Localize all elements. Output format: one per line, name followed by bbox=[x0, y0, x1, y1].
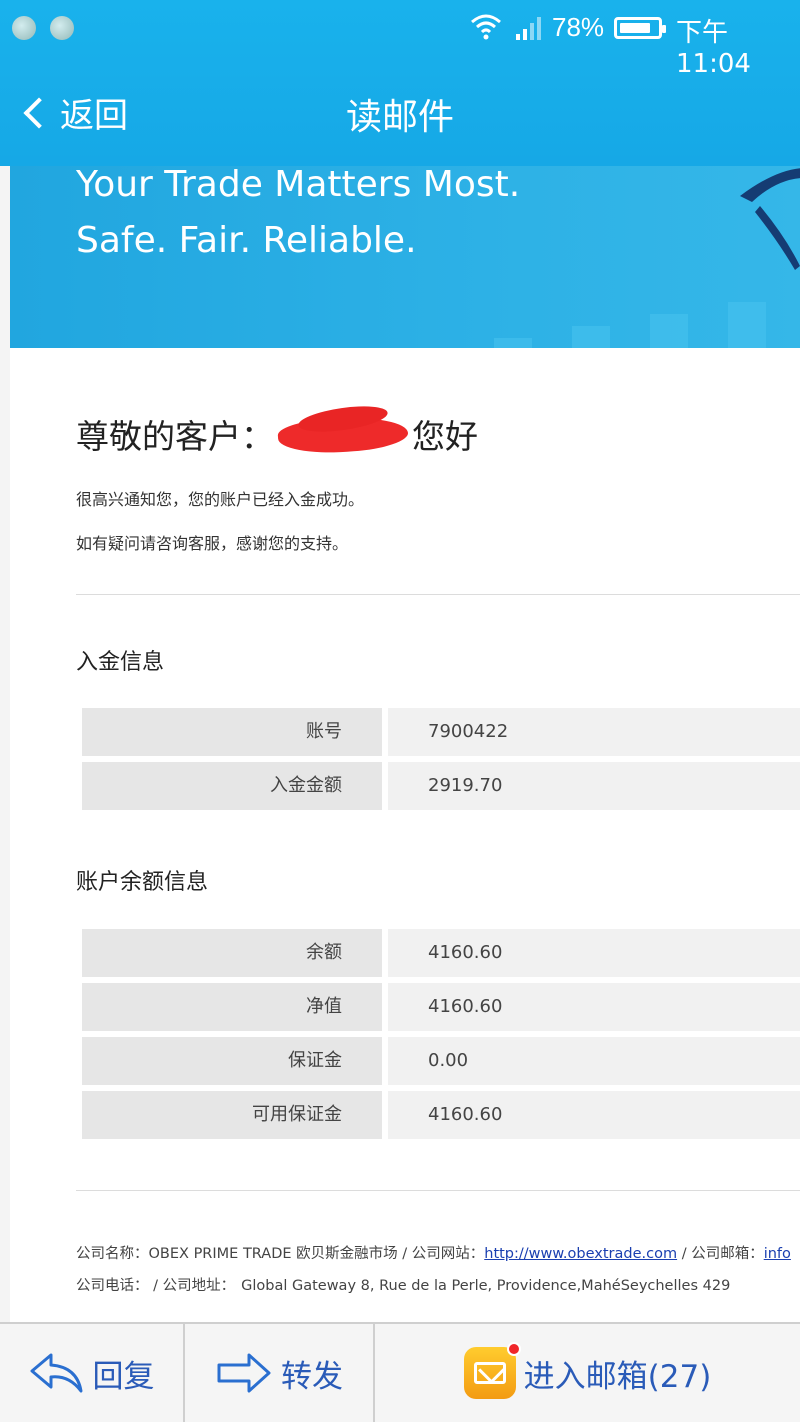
table-value: 0.00 bbox=[388, 1037, 800, 1085]
greeting-suffix: 您好 bbox=[412, 417, 478, 456]
deposit-table: 账号 7900422 入金金额 2919.70 bbox=[82, 708, 800, 816]
inbox-button[interactable]: 进入邮箱(27) bbox=[375, 1324, 800, 1422]
banner-swoosh-graphic bbox=[740, 168, 800, 270]
forward-label: 转发 bbox=[281, 1358, 343, 1395]
reply-label: 回复 bbox=[92, 1358, 155, 1395]
forward-icon bbox=[217, 1353, 271, 1393]
table-row: 保证金 0.00 bbox=[82, 1037, 800, 1085]
battery-percent: 78% bbox=[552, 12, 605, 42]
table-row: 可用保证金 4160.60 bbox=[82, 1091, 800, 1139]
email-link[interactable]: info bbox=[764, 1246, 791, 1262]
divider bbox=[76, 1190, 800, 1191]
footer-company-line: 公司名称：OBEX PRIME TRADE 欧贝斯金融市场 / 公司网站：htt… bbox=[76, 1242, 791, 1263]
website-label: 公司网站： bbox=[411, 1246, 485, 1262]
table-label: 保证金 bbox=[82, 1037, 382, 1085]
table-row: 账号 7900422 bbox=[82, 708, 800, 756]
table-row: 入金金额 2919.70 bbox=[82, 762, 800, 810]
table-value: 2919.70 bbox=[388, 762, 800, 810]
banner-graphic-bar bbox=[494, 338, 532, 348]
notification-icon bbox=[50, 16, 74, 40]
reply-button[interactable]: 回复 bbox=[0, 1324, 185, 1422]
table-label: 账号 bbox=[82, 708, 382, 756]
battery-icon bbox=[614, 17, 666, 39]
intro-line-2: 如有疑问请咨询客服，感谢您的支持。 bbox=[76, 534, 349, 553]
table-value: 4160.60 bbox=[388, 1091, 800, 1139]
table-label: 入金金额 bbox=[82, 762, 382, 810]
unread-badge-dot bbox=[506, 1342, 521, 1356]
page-title: 读邮件 bbox=[345, 97, 454, 138]
mail-icon bbox=[463, 1342, 521, 1399]
company-address: Global Gateway 8, Rue de la Perle, Provi… bbox=[241, 1278, 731, 1294]
balance-table: 余额 4160.60 净值 4160.60 保证金 0.00 可用保证金 416… bbox=[82, 929, 800, 1145]
banner-headline: Your Trade Matters Most. bbox=[76, 166, 521, 205]
intro-line-1: 很高兴通知您，您的账户已经入金成功。 bbox=[76, 490, 365, 509]
table-value: 4160.60 bbox=[388, 983, 800, 1031]
table-label: 可用保证金 bbox=[82, 1091, 382, 1139]
forward-button[interactable]: 转发 bbox=[185, 1324, 375, 1422]
email-body: 尊敬的客户： 您好 很高兴通知您，您的账户已经入金成功。 如有疑问请咨询客服，感… bbox=[10, 348, 800, 1322]
email-banner: Your Trade Matters Most. Safe. Fair. Rel… bbox=[10, 166, 800, 348]
redacted-name bbox=[278, 410, 408, 458]
greeting-prefix: 尊敬的客户： bbox=[76, 417, 274, 456]
website-link[interactable]: http://www.obextrade.com bbox=[484, 1246, 677, 1262]
phone-label: 公司电话： bbox=[76, 1278, 149, 1294]
table-row: 净值 4160.60 bbox=[82, 983, 800, 1031]
divider bbox=[76, 594, 800, 595]
nav-bar: 返回 读邮件 bbox=[0, 58, 800, 166]
separator: / bbox=[148, 1278, 163, 1294]
reply-icon bbox=[30, 1353, 82, 1393]
table-label: 净值 bbox=[82, 983, 382, 1031]
notification-icon bbox=[12, 16, 36, 40]
deposit-section-title: 入金信息 bbox=[76, 650, 165, 675]
balance-section-title: 账户余额信息 bbox=[76, 870, 209, 895]
top-bar: 78% 下午11:04 返回 读邮件 bbox=[0, 0, 800, 166]
status-bar: 78% 下午11:04 bbox=[0, 0, 800, 79]
signal-icon bbox=[516, 14, 541, 40]
separator: / bbox=[677, 1246, 692, 1262]
table-value: 4160.60 bbox=[388, 929, 800, 977]
separator: / bbox=[397, 1246, 412, 1262]
greeting: 尊敬的客户： 您好 bbox=[76, 410, 478, 458]
address-label: 公司地址： bbox=[162, 1278, 236, 1294]
banner-graphic-bar bbox=[650, 314, 688, 348]
banner-graphic-bar bbox=[572, 326, 610, 348]
banner-graphic-bar bbox=[728, 302, 766, 348]
inbox-label: 进入邮箱(27) bbox=[523, 1358, 712, 1395]
wifi-icon bbox=[470, 12, 502, 47]
table-value: 7900422 bbox=[388, 708, 800, 756]
table-label: 余额 bbox=[82, 929, 382, 977]
banner-tagline: Safe. Fair. Reliable. bbox=[76, 220, 417, 261]
company-name: OBEX PRIME TRADE 欧贝斯金融市场 bbox=[148, 1246, 398, 1262]
email-label: 公司邮箱： bbox=[691, 1246, 764, 1262]
table-row: 余额 4160.60 bbox=[82, 929, 800, 977]
company-name-label: 公司名称： bbox=[76, 1246, 149, 1262]
bottom-toolbar: 回复 转发 进入邮箱(27) bbox=[0, 1322, 800, 1422]
footer-contact-line: 公司电话： / 公司地址： Global Gateway 8, Rue de la… bbox=[76, 1274, 730, 1295]
